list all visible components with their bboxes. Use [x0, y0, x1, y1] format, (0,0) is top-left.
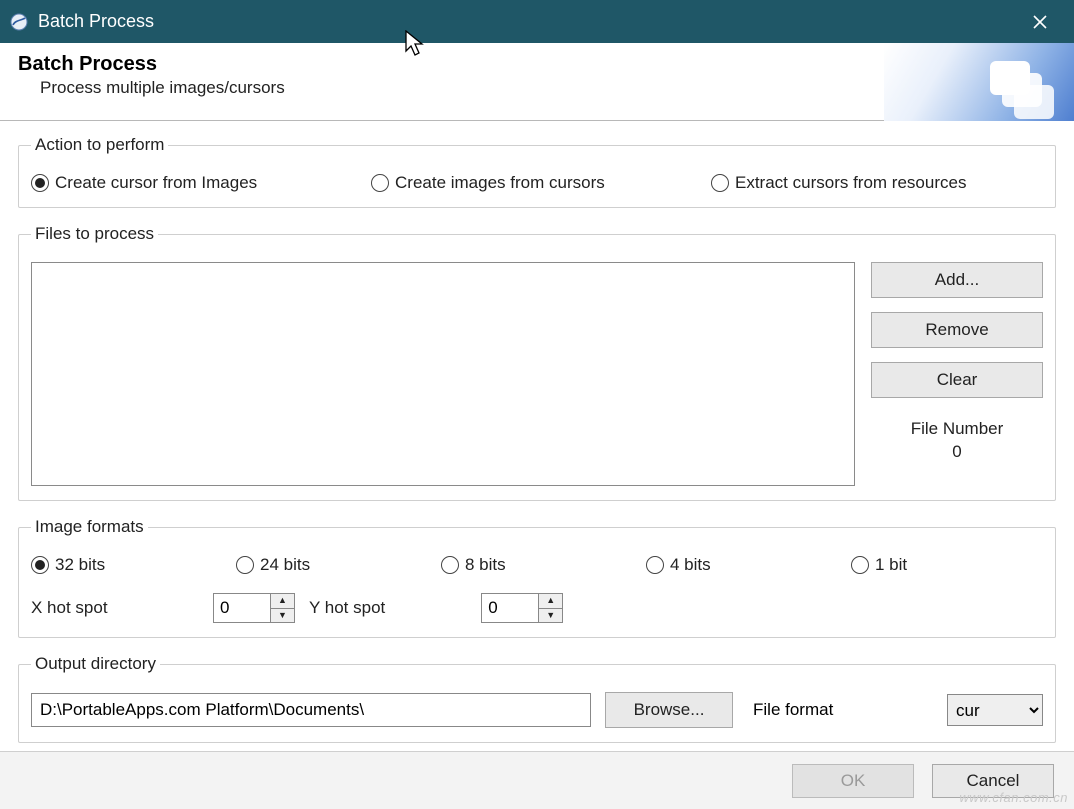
ok-button[interactable]: OK — [792, 764, 914, 798]
output-group: Output directory Browse... File format c… — [18, 654, 1056, 743]
file-format-select[interactable]: cur — [947, 694, 1043, 726]
add-button[interactable]: Add... — [871, 262, 1043, 298]
file-count-value: 0 — [871, 441, 1043, 464]
radio-dot-icon — [851, 556, 869, 574]
radio-dot-icon — [646, 556, 664, 574]
output-legend: Output directory — [31, 654, 160, 674]
radio-dot-icon — [31, 556, 49, 574]
spinner-up-icon[interactable]: ▲ — [271, 594, 294, 609]
radio-1-bit[interactable]: 1 bit — [851, 555, 907, 575]
spinner-up-icon[interactable]: ▲ — [539, 594, 562, 609]
window-title: Batch Process — [38, 11, 154, 32]
files-group: Files to process Add... Remove Clear Fil… — [18, 224, 1056, 501]
radio-create-images-from-cursors[interactable]: Create images from cursors — [371, 173, 711, 193]
radio-label: 32 bits — [55, 555, 105, 575]
spinner-down-icon[interactable]: ▼ — [271, 609, 294, 623]
x-hotspot-input[interactable] — [214, 594, 270, 622]
radio-24-bits[interactable]: 24 bits — [236, 555, 441, 575]
x-hotspot-spinner[interactable]: ▲ ▼ — [213, 593, 295, 623]
y-hotspot-input[interactable] — [482, 594, 538, 622]
radio-dot-icon — [711, 174, 729, 192]
radio-label: 24 bits — [260, 555, 310, 575]
radio-label: 1 bit — [875, 555, 907, 575]
radio-extract-cursors-from-resources[interactable]: Extract cursors from resources — [711, 173, 966, 193]
output-path-input[interactable] — [31, 693, 591, 727]
radio-dot-icon — [441, 556, 459, 574]
x-hotspot-label: X hot spot — [31, 598, 213, 618]
radio-8-bits[interactable]: 8 bits — [441, 555, 646, 575]
close-button[interactable] — [1018, 0, 1062, 43]
titlebar: Batch Process — [0, 0, 1074, 43]
app-icon — [10, 13, 28, 31]
radio-create-cursor-from-images[interactable]: Create cursor from Images — [31, 173, 371, 193]
radio-label: 8 bits — [465, 555, 506, 575]
radio-32-bits[interactable]: 32 bits — [31, 555, 236, 575]
radio-dot-icon — [31, 174, 49, 192]
dialog-header: Batch Process Process multiple images/cu… — [0, 43, 1074, 121]
radio-dot-icon — [236, 556, 254, 574]
radio-label: Create cursor from Images — [55, 173, 257, 193]
header-decoration — [884, 43, 1074, 121]
clear-button[interactable]: Clear — [871, 362, 1043, 398]
dialog-footer: OK Cancel — [0, 751, 1074, 809]
formats-legend: Image formats — [31, 517, 148, 537]
close-icon — [1032, 14, 1048, 30]
spinner-down-icon[interactable]: ▼ — [539, 609, 562, 623]
radio-label: Extract cursors from resources — [735, 173, 966, 193]
action-legend: Action to perform — [31, 135, 168, 155]
radio-label: Create images from cursors — [395, 173, 605, 193]
formats-group: Image formats 32 bits 24 bits 8 bits 4 b… — [18, 517, 1056, 638]
cancel-button[interactable]: Cancel — [932, 764, 1054, 798]
y-hotspot-label: Y hot spot — [309, 598, 385, 618]
radio-4-bits[interactable]: 4 bits — [646, 555, 851, 575]
action-group: Action to perform Create cursor from Ima… — [18, 135, 1056, 208]
radio-dot-icon — [371, 174, 389, 192]
browse-button[interactable]: Browse... — [605, 692, 733, 728]
file-format-label: File format — [753, 700, 833, 720]
radio-label: 4 bits — [670, 555, 711, 575]
y-hotspot-spinner[interactable]: ▲ ▼ — [481, 593, 563, 623]
file-list[interactable] — [31, 262, 855, 486]
file-count: File Number 0 — [871, 418, 1043, 464]
files-legend: Files to process — [31, 224, 158, 244]
file-count-label: File Number — [871, 418, 1043, 441]
remove-button[interactable]: Remove — [871, 312, 1043, 348]
